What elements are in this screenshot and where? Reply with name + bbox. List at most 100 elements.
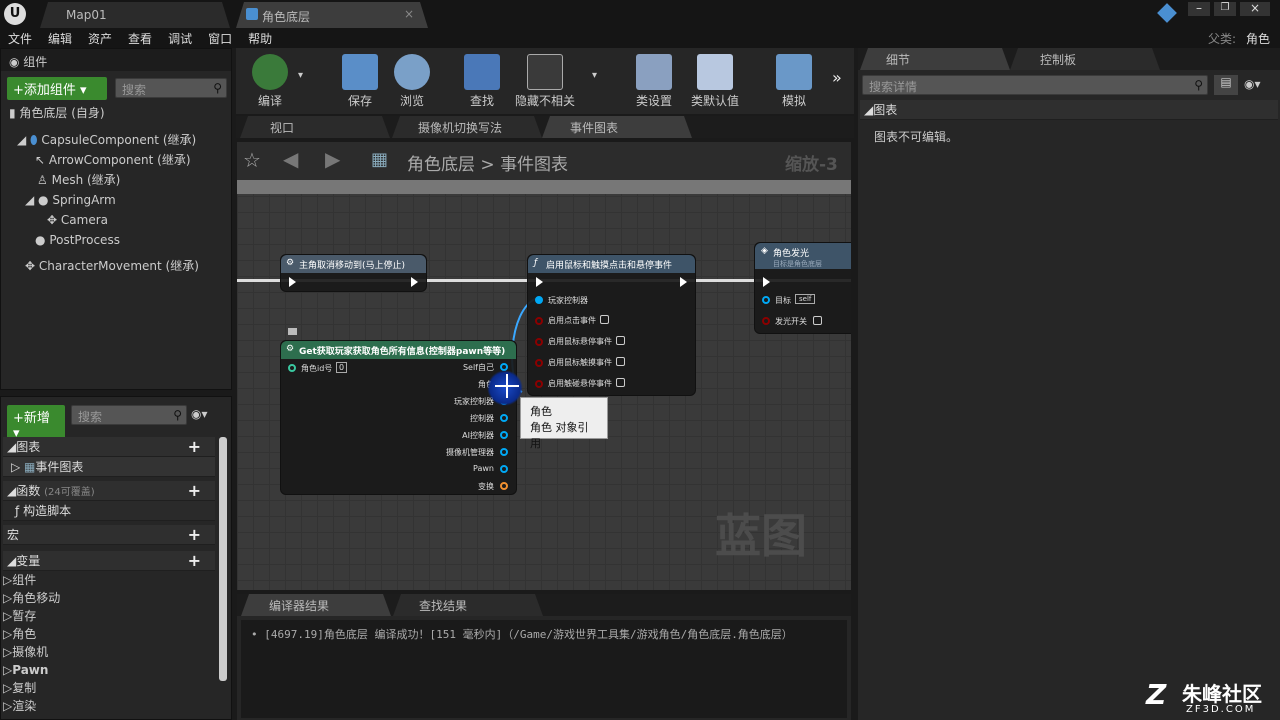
output-pin[interactable] [500, 482, 508, 490]
details-search-input[interactable]: 搜索详情 ⚲ [862, 75, 1208, 95]
var-group[interactable]: ▷暂存 [3, 607, 215, 625]
tree-item-camera[interactable]: ✥ Camera [17, 210, 227, 230]
maximize-button[interactable]: ❐ [1214, 2, 1236, 16]
checkbox[interactable] [616, 336, 625, 345]
node-subtitle: 目标是角色底层 [773, 260, 822, 268]
add-variable-icon[interactable]: + [188, 551, 201, 571]
var-group[interactable]: ▷Pawn [3, 661, 215, 679]
exec-out-pin[interactable] [680, 277, 687, 287]
var-group[interactable]: ▷角色移动 [3, 589, 215, 607]
forward-arrow-icon[interactable]: ▶ [325, 147, 340, 171]
tab-compiler-results[interactable]: 编译器结果 [241, 594, 391, 616]
components-search-input[interactable]: 搜索 ⚲ [115, 78, 227, 98]
checkbox[interactable] [600, 315, 609, 324]
output-pin[interactable] [500, 448, 508, 456]
tree-item-springarm[interactable]: ◢ ● SpringArm [17, 190, 227, 210]
output-pin[interactable] [500, 431, 508, 439]
target-value[interactable]: self [795, 294, 816, 304]
output-pin[interactable] [500, 414, 508, 422]
minimize-button[interactable]: – [1188, 2, 1210, 16]
bool-pin[interactable] [762, 317, 770, 325]
menu-view[interactable]: 查看 [120, 28, 160, 49]
checkbox[interactable] [813, 316, 822, 325]
tree-item-mesh[interactable]: ♙ Mesh (继承) [17, 170, 227, 190]
int-pin[interactable] [288, 364, 296, 372]
var-group[interactable]: ▷组件 [3, 571, 215, 589]
item-construction-script[interactable]: ƒ 构造脚本 [3, 501, 215, 521]
compile-options-icon[interactable]: ▾ [298, 70, 303, 81]
menu-debug[interactable]: 调试 [160, 28, 200, 49]
section-functions[interactable]: ◢函数 (24可覆盖) + [3, 481, 215, 501]
node-enable-mouse-events[interactable]: ƒ 启用鼠标和触摸点击和悬停事件 玩家控制器 启用点击事件 启用鼠标悬停事件 启用… [527, 254, 696, 396]
tab-details[interactable]: 细节 [860, 48, 1010, 70]
menu-window[interactable]: 窗口 [200, 28, 240, 49]
tree-root[interactable]: ▮ 角色底层 (自身) [9, 103, 229, 123]
node-get-player-info[interactable]: ⚙ Get获取玩家获取角色所有信息(控制器pawn等等) 角色id号 0 Self… [280, 340, 517, 495]
exec-out-pin[interactable] [411, 277, 418, 287]
var-group[interactable]: ▷渲染 [3, 697, 215, 715]
section-variables[interactable]: ◢变量 + [3, 551, 215, 571]
scrollbar[interactable] [219, 437, 227, 681]
exec-in-pin[interactable] [536, 277, 543, 287]
parent-class-value[interactable]: 角色 [1238, 28, 1278, 49]
back-arrow-icon[interactable]: ◀ [283, 147, 298, 171]
add-component-button[interactable]: +添加组件 ▾ [7, 77, 107, 100]
class-settings-button[interactable]: 类设置 [620, 48, 688, 112]
target-pin[interactable] [762, 296, 770, 304]
exec-in-pin[interactable] [763, 277, 770, 287]
node-stop-movement[interactable]: ⚙ 主角取消移动到(马上停止) [280, 254, 427, 292]
section-graph[interactable]: ◢图表 [860, 100, 1278, 120]
graph-canvas[interactable]: ⚙ 主角取消移动到(马上停止) ƒ 启用鼠标和触摸点击和悬停事件 玩家控制器 启用点… [237, 180, 851, 590]
menu-help[interactable]: 帮助 [240, 28, 280, 49]
checkbox[interactable] [616, 357, 625, 366]
favorite-star-icon[interactable]: ☆ [243, 148, 261, 172]
add-graph-icon[interactable]: + [188, 437, 201, 457]
var-group[interactable]: ▷角色 [3, 625, 215, 643]
tab-camera-switch[interactable]: 摄像机切换写法 [392, 116, 542, 138]
class-defaults-button[interactable]: 类默认值 [682, 48, 748, 112]
section-macros[interactable]: 宏 + [3, 525, 215, 545]
tab-palette[interactable]: 控制板 [1010, 48, 1160, 70]
compile-button[interactable]: 编译 [236, 48, 304, 112]
tab-viewport[interactable]: 视口 [240, 116, 390, 138]
exec-in-pin[interactable] [289, 277, 296, 287]
tree-item-postprocess[interactable]: ● PostProcess [17, 230, 227, 250]
section-graphs[interactable]: ◢图表 + [3, 437, 215, 457]
tab-find-results[interactable]: 查找结果 [393, 594, 543, 616]
add-macro-icon[interactable]: + [188, 525, 201, 545]
add-function-icon[interactable]: + [188, 481, 201, 501]
browse-button[interactable]: 浏览 [378, 48, 446, 112]
hide-unrelated-button[interactable]: 隐藏不相关 [508, 48, 582, 112]
grid-view-icon[interactable]: ▤ [1214, 75, 1238, 95]
bool-pin[interactable] [535, 338, 543, 346]
tree-item-arrow[interactable]: ↖ ArrowComponent (继承) [17, 150, 227, 170]
checkbox[interactable] [616, 378, 625, 387]
toolbar-overflow-icon[interactable]: » [832, 68, 842, 87]
bool-pin[interactable] [535, 380, 543, 388]
output-pin[interactable] [500, 465, 508, 473]
tab-event-graph[interactable]: 事件图表 [542, 116, 692, 138]
tree-item-charmovement[interactable]: ✥ CharacterMovement (继承) [17, 256, 227, 276]
var-group[interactable]: ▷复制 [3, 679, 215, 697]
menu-file[interactable]: 文件 [0, 28, 40, 49]
find-button[interactable]: 查找 [448, 48, 516, 112]
close-tab-icon[interactable]: × [404, 7, 414, 21]
tab-map01[interactable]: Map01 [40, 2, 230, 28]
menu-edit[interactable]: 编辑 [40, 28, 80, 49]
eye-icon[interactable]: ◉▾ [1244, 77, 1261, 91]
tree-item-capsule[interactable]: ◢ ⬮ CapsuleComponent (继承) [17, 130, 227, 150]
close-button[interactable]: × [1240, 2, 1270, 16]
tab-blueprint[interactable]: 角色底层 × [236, 2, 428, 28]
var-group[interactable]: ▷摄像机 [3, 643, 215, 661]
bool-pin[interactable] [535, 317, 543, 325]
simulate-button[interactable]: 模拟 [760, 48, 828, 112]
hide-options-icon[interactable]: ▾ [592, 70, 597, 81]
item-event-graph[interactable]: ▷ ▦事件图表 [3, 457, 215, 477]
bool-pin[interactable] [535, 359, 543, 367]
node-character-glow[interactable]: ◈ 角色发光 目标是角色底层 目标 self 发光开关 [754, 242, 851, 334]
eye-icon[interactable]: ◉▾ [191, 407, 208, 421]
menu-asset[interactable]: 资产 [80, 28, 120, 49]
player-controller-pin[interactable] [535, 296, 543, 304]
blueprint-search-input[interactable]: 搜索 ⚲ [71, 405, 187, 425]
input-value[interactable]: 0 [336, 362, 348, 373]
